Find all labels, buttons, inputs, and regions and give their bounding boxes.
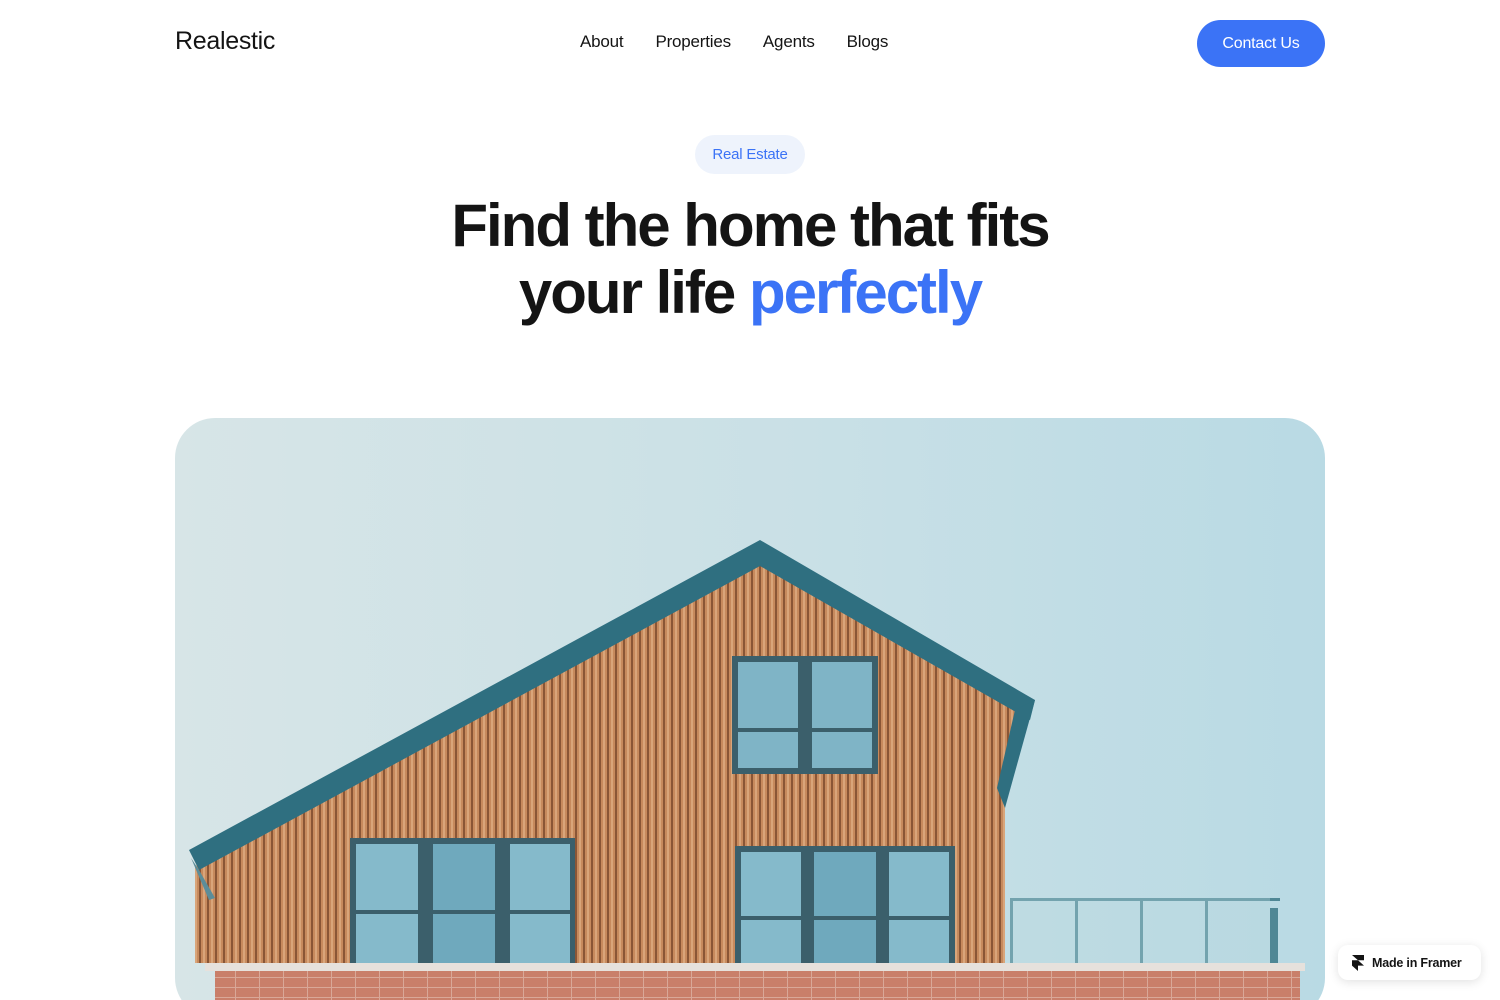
contact-us-button[interactable]: Contact Us <box>1197 20 1325 67</box>
headline-accent: perfectly <box>748 259 983 326</box>
house-illustration <box>189 540 1305 1000</box>
framer-logo-icon <box>1352 954 1364 971</box>
framer-badge-label: Made in Framer <box>1372 955 1462 970</box>
site-logo[interactable]: Realestic <box>175 27 275 56</box>
nav-link-properties[interactable]: Properties <box>655 32 731 52</box>
nav-link-agents[interactable]: Agents <box>763 32 815 52</box>
headline-line-2: your life <box>518 259 749 326</box>
hero-headline: Find the home that fits your life perfec… <box>0 192 1500 326</box>
headline-line-1: Find the home that fits <box>451 192 1050 259</box>
main-nav: About Properties Agents Blogs <box>580 32 888 52</box>
site-header: Realestic About Properties Agents Blogs … <box>0 0 1500 90</box>
nav-link-about[interactable]: About <box>580 32 624 52</box>
category-badge: Real Estate <box>695 135 805 174</box>
nav-link-blogs[interactable]: Blogs <box>847 32 889 52</box>
hero-image <box>175 418 1325 1000</box>
made-in-framer-badge[interactable]: Made in Framer <box>1338 945 1481 980</box>
